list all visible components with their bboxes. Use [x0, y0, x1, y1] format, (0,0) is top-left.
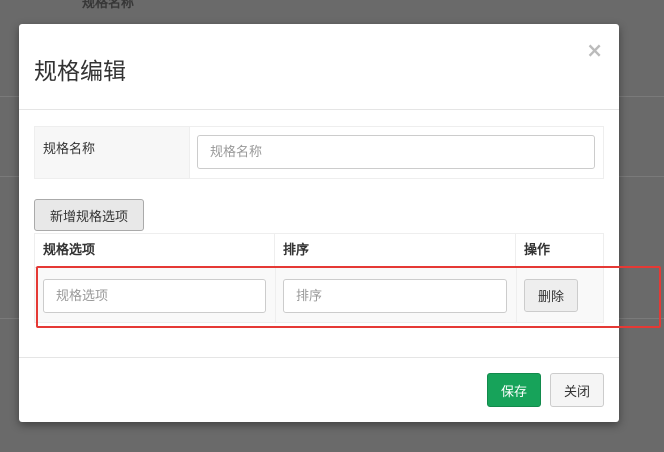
- dialog-title: 规格编辑: [34, 59, 126, 85]
- sort-order-input[interactable]: [283, 279, 507, 313]
- add-spec-option-button[interactable]: 新增规格选项: [34, 199, 144, 231]
- dialog-header: 规格编辑 ×: [19, 24, 619, 110]
- cell-divider: [275, 268, 276, 322]
- background-heading: 规格名称: [82, 0, 135, 11]
- spec-name-input[interactable]: [197, 135, 595, 169]
- save-button[interactable]: 保存: [487, 373, 541, 407]
- spec-name-label: 规格名称: [43, 142, 96, 157]
- spec-option-input[interactable]: [43, 279, 266, 313]
- column-header-action: 操作: [516, 234, 603, 268]
- column-header-sort: 排序: [275, 234, 516, 268]
- close-icon[interactable]: ×: [586, 38, 603, 62]
- cell-divider: [516, 268, 517, 322]
- close-button[interactable]: 关闭: [550, 373, 604, 407]
- delete-option-button[interactable]: 删除: [524, 279, 578, 312]
- spec-name-label-cell: 规格名称: [35, 127, 190, 178]
- spec-edit-dialog: 规格编辑 × 规格名称 新增规格选项 规格选项 排序 操作 删除 保存 关闭: [19, 24, 619, 422]
- column-header-option: 规格选项: [35, 234, 275, 268]
